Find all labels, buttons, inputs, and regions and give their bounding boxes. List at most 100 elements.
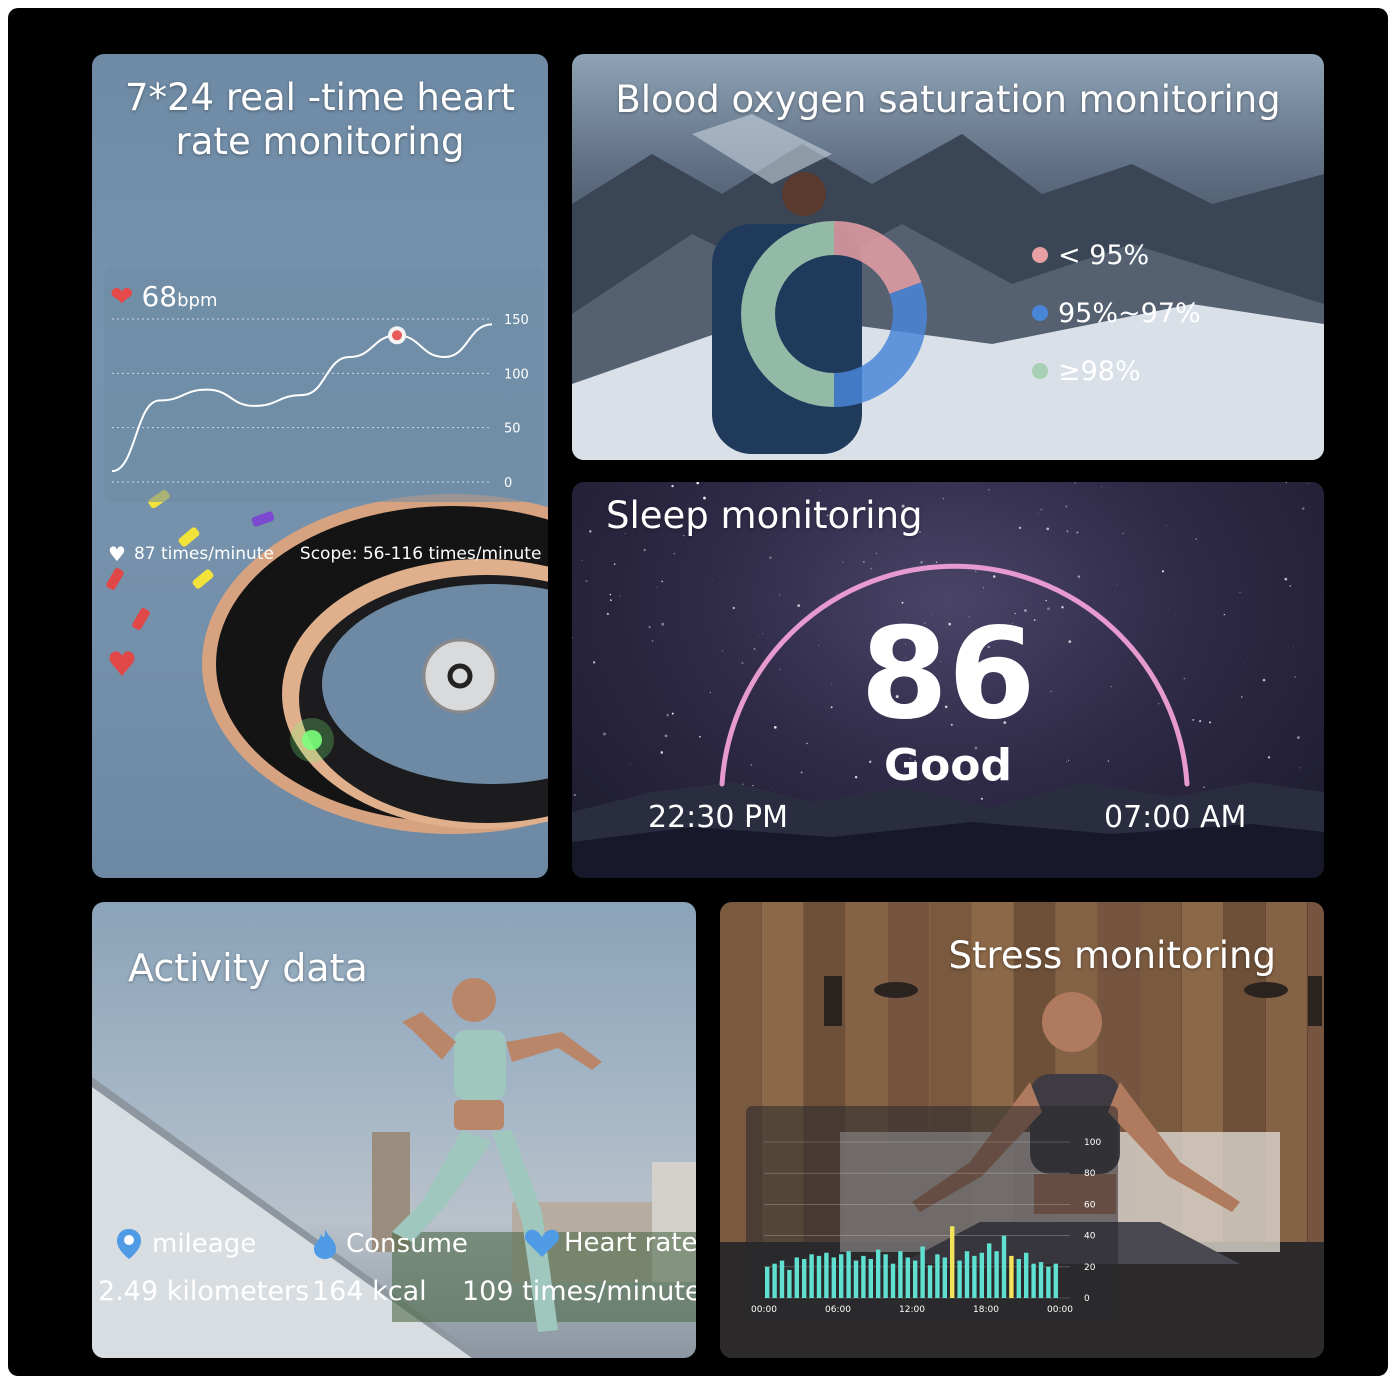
stress-title: Stress monitoring bbox=[948, 934, 1276, 977]
legend-label-mid: 95%~97% bbox=[1058, 297, 1201, 329]
star bbox=[875, 552, 878, 555]
heart-small-icon: ♥ bbox=[108, 542, 126, 566]
stress-bar bbox=[898, 1251, 903, 1298]
star bbox=[982, 587, 984, 589]
sleep-panel: Sleep monitoring 86 Good 22:30 PM 07:00 … bbox=[572, 482, 1324, 878]
heart-icon bbox=[524, 1229, 560, 1257]
stress-bar bbox=[824, 1252, 829, 1298]
stress-bar bbox=[787, 1269, 792, 1298]
star bbox=[1046, 527, 1050, 531]
star bbox=[1066, 530, 1069, 533]
star bbox=[870, 567, 873, 570]
star bbox=[769, 556, 772, 559]
star bbox=[863, 561, 865, 563]
stress-bar bbox=[831, 1257, 836, 1298]
heart-rate-label-row: Heart rate bbox=[524, 1228, 696, 1258]
runner-head bbox=[452, 978, 496, 1022]
legend-dot-high bbox=[1032, 363, 1048, 379]
stress-y-tick: 0 bbox=[1084, 1294, 1090, 1304]
stress-bar bbox=[927, 1265, 933, 1298]
heart-y-tick: 0 bbox=[504, 476, 512, 491]
left-lamp-icon bbox=[824, 976, 842, 1026]
stress-bar bbox=[979, 1252, 984, 1298]
star bbox=[1074, 482, 1076, 484]
right-lamp-icon bbox=[1308, 976, 1322, 1026]
ring-sensor-icon bbox=[422, 638, 498, 714]
star bbox=[711, 578, 713, 580]
heart-rate-label: Heart rate bbox=[564, 1228, 696, 1258]
star bbox=[870, 572, 872, 574]
stress-bar bbox=[765, 1266, 770, 1298]
star bbox=[609, 593, 612, 596]
stress-x-tick: 12:00 bbox=[899, 1305, 925, 1315]
heart-pulse-icon: ❤ bbox=[110, 280, 134, 313]
legend-dot-low bbox=[1032, 247, 1048, 263]
stress-bar bbox=[868, 1259, 873, 1298]
stress-bar bbox=[1038, 1262, 1044, 1298]
bpm-readout: ❤ 68 bpm bbox=[110, 280, 218, 313]
activity-title: Activity data bbox=[128, 946, 368, 990]
stress-bar bbox=[876, 1249, 881, 1298]
sleep-score: 86 bbox=[860, 600, 1036, 747]
star bbox=[581, 560, 583, 561]
stress-bar bbox=[794, 1257, 799, 1298]
oxygen-title: Blood oxygen saturation monitoring bbox=[615, 78, 1281, 121]
star bbox=[1045, 599, 1047, 602]
star bbox=[1239, 591, 1241, 593]
stress-bar bbox=[779, 1260, 785, 1298]
star bbox=[778, 594, 781, 596]
stress-bar bbox=[935, 1254, 940, 1298]
blood-oxygen-panel: Blood oxygen saturation monitoring < 95%… bbox=[572, 54, 1324, 460]
ring-heart-icon bbox=[109, 651, 135, 676]
consume-label: Consume bbox=[346, 1229, 468, 1259]
star bbox=[980, 797, 983, 800]
flame-icon bbox=[314, 1229, 336, 1259]
stress-bar bbox=[987, 1243, 992, 1298]
star bbox=[643, 548, 646, 552]
stress-y-tick: 20 bbox=[1084, 1263, 1096, 1273]
mileage-label-row: mileage bbox=[116, 1228, 256, 1260]
stress-bar bbox=[1053, 1263, 1058, 1298]
stress-bar bbox=[853, 1260, 859, 1298]
sleep-title: Sleep monitoring bbox=[606, 494, 923, 537]
star bbox=[842, 561, 844, 563]
star bbox=[1040, 508, 1043, 511]
star bbox=[1063, 484, 1065, 485]
star bbox=[589, 530, 592, 533]
stress-y-tick: 80 bbox=[1084, 1169, 1096, 1179]
star bbox=[920, 561, 923, 564]
bpm-unit: bpm bbox=[177, 290, 218, 311]
star bbox=[610, 599, 612, 601]
heart-current-text: 87 times/minute bbox=[133, 544, 274, 564]
stress-bar bbox=[994, 1251, 999, 1298]
stress-bar bbox=[890, 1263, 896, 1298]
mileage-value: 2.49 kilometers bbox=[98, 1276, 310, 1307]
stress-bar bbox=[816, 1255, 822, 1298]
stress-x-tick: 06:00 bbox=[825, 1305, 851, 1315]
stress-bar bbox=[920, 1246, 925, 1298]
stress-bar bbox=[1009, 1255, 1014, 1298]
star bbox=[935, 561, 938, 563]
stress-x-tick: 00:00 bbox=[751, 1305, 777, 1315]
stress-panel: 100 80 60 40 20 0 00:00 06:00 12:00 18:00 00:00 St… bbox=[720, 902, 1324, 1358]
stress-bar bbox=[950, 1226, 955, 1298]
sleep-start-time: 22:30 PM bbox=[648, 800, 788, 835]
smart-ring-illustration: 150 100 50 0 bbox=[104, 268, 548, 834]
star bbox=[671, 484, 674, 488]
stress-bar bbox=[913, 1260, 918, 1298]
stress-bar bbox=[1046, 1266, 1051, 1298]
star bbox=[1116, 584, 1118, 585]
stress-x-tick: 18:00 bbox=[973, 1305, 999, 1315]
star bbox=[696, 482, 700, 485]
star bbox=[1077, 575, 1081, 578]
star bbox=[1101, 486, 1103, 488]
location-pin-icon bbox=[117, 1229, 141, 1259]
runner-top bbox=[454, 1030, 506, 1100]
star bbox=[585, 580, 588, 583]
heart-stats-row: ♥ 87 times/minute Scope: 56-116 times/mi… bbox=[108, 542, 541, 566]
star bbox=[1065, 505, 1068, 508]
star bbox=[1037, 513, 1039, 515]
star bbox=[836, 593, 837, 595]
stress-bar bbox=[809, 1254, 814, 1298]
legend-label-high: ≥98% bbox=[1058, 355, 1141, 387]
